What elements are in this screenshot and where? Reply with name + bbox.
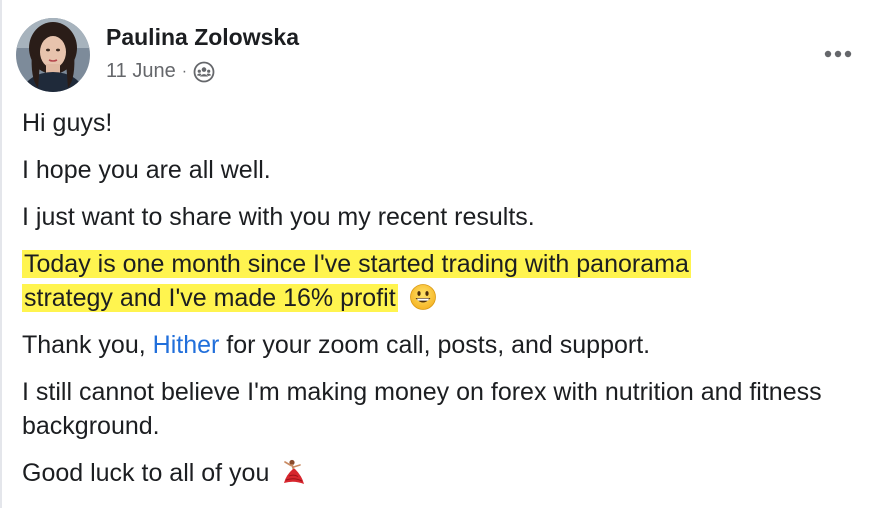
post-paragraph-closing: Good luck to all of you (22, 456, 854, 490)
mention-link[interactable]: Hither (153, 331, 220, 359)
thanks-text-before: Thank you, (22, 331, 153, 359)
avatar-image (16, 18, 90, 92)
post-paragraph-wellwish: I hope you are all well. (22, 156, 271, 184)
highlighted-text-line1: Today is one month since I've started tr… (22, 250, 691, 278)
post-paragraph-background: I still cannot believe I'm making money … (22, 378, 822, 440)
dancer-emoji (280, 458, 308, 486)
card-border (0, 0, 2, 508)
group-audience-icon[interactable] (193, 61, 215, 83)
author-name[interactable]: Paulina Zolowska (106, 24, 299, 51)
post-paragraph-greeting: Hi guys! (22, 109, 113, 137)
post-paragraph-results: Today is one month since I've started tr… (22, 247, 854, 315)
highlighted-text-line2: strategy and I've made 16% profit (22, 284, 398, 312)
post-card: Paulina Zolowska 11 June · Hi guys! I ho… (0, 0, 876, 508)
more-options-button[interactable] (818, 42, 858, 66)
post-body: Hi guys! I hope you are all well. I just… (22, 106, 854, 503)
post-paragraph-thanks: Thank you, Hither for your zoom call, po… (22, 328, 854, 362)
grinning-face-emoji (409, 283, 437, 311)
avatar[interactable] (16, 18, 90, 92)
post-paragraph-intro: I just want to share with you my recent … (22, 203, 535, 231)
post-header: Paulina Zolowska 11 June · (16, 18, 860, 92)
more-options-icon (824, 50, 852, 58)
post-meta: 11 June · (106, 60, 215, 83)
closing-text: Good luck to all of you (22, 459, 270, 487)
post-date[interactable]: 11 June (106, 60, 176, 83)
meta-separator: · (181, 62, 188, 80)
thanks-text-after: for your zoom call, posts, and support. (219, 331, 651, 359)
